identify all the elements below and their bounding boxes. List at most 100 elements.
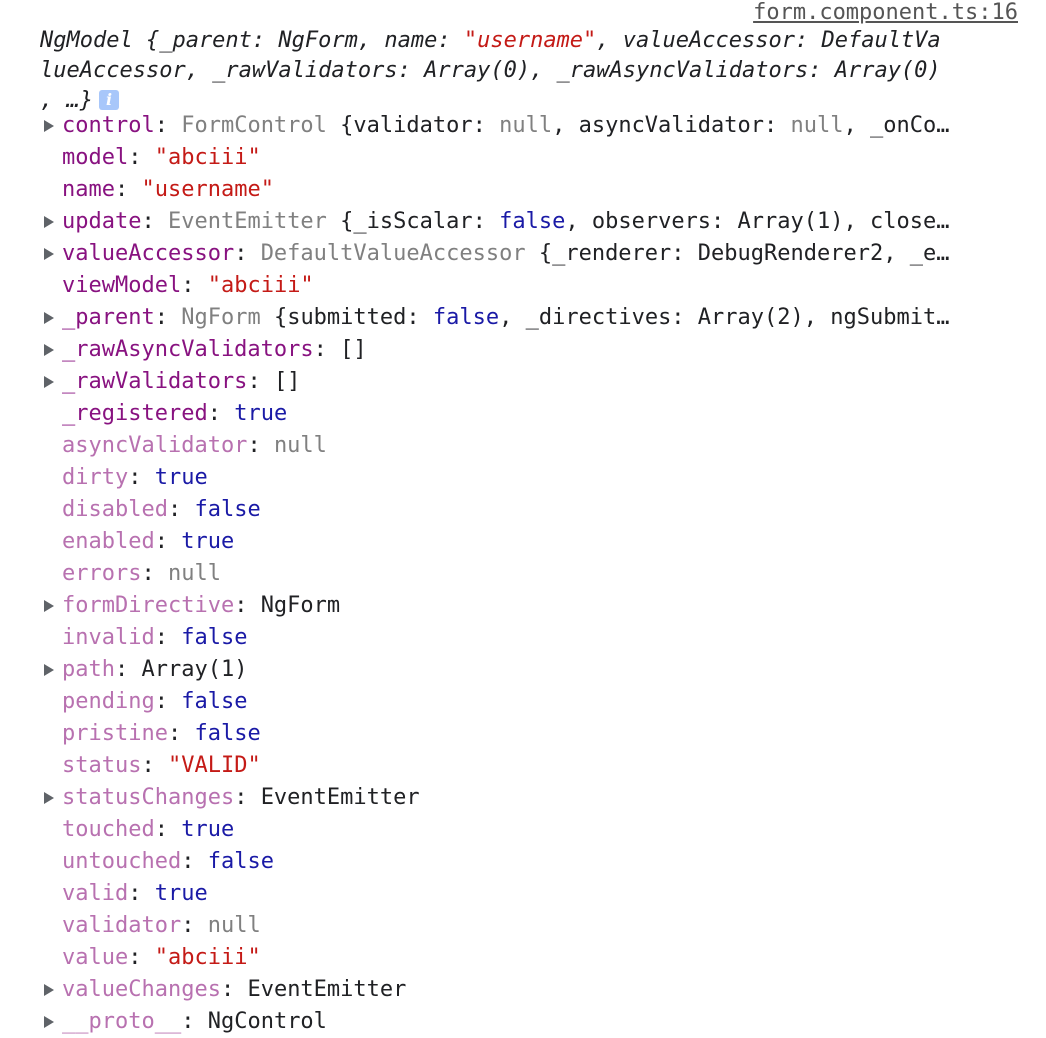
prop-key: invalid	[62, 625, 155, 650]
prop-key: _rawValidators	[62, 369, 248, 394]
prop-value: false	[194, 721, 261, 746]
expand-arrow-icon[interactable]	[44, 344, 54, 356]
prop-enabled: enabled: true	[62, 529, 235, 554]
prop-dirty: dirty: true	[62, 465, 208, 490]
prop-key: update	[62, 209, 142, 234]
prop-value: "username"	[141, 177, 274, 202]
prop-key: enabled	[62, 529, 155, 554]
prop-value: EventEmitter	[260, 785, 420, 810]
prop-value: []	[340, 337, 367, 362]
prop-key: path	[62, 657, 115, 682]
summary-head: NgModel {_parent: NgForm, name:	[40, 28, 464, 53]
prop-value: false	[207, 849, 274, 874]
prop-value: null	[207, 913, 261, 938]
prop-key: errors	[62, 561, 142, 586]
prop-key: formDirective	[62, 593, 235, 618]
prop-invalid: invalid: false	[62, 625, 248, 650]
prop-key: asyncValidator	[62, 433, 248, 458]
prop-model: model: "abciii"	[62, 145, 261, 170]
prop-touched: touched: true	[62, 817, 235, 842]
prop-value: Array(1)	[141, 657, 248, 682]
prop-validator: validator: null	[62, 913, 261, 938]
expand-arrow-icon[interactable]	[44, 984, 54, 996]
prop-key: dirty	[62, 465, 129, 490]
expand-arrow-icon[interactable]	[44, 1016, 54, 1028]
prop-rawAsyncValidators[interactable]: _rawAsyncValidators: []	[0, 334, 1030, 366]
prop-type: DefaultValueAccessor	[260, 241, 526, 266]
prop-value: true	[181, 817, 235, 842]
prop-value: NgForm	[260, 593, 341, 618]
prop-statusChanges[interactable]: statusChanges: EventEmitter	[0, 782, 1030, 814]
summary-name-value: "username"	[463, 28, 597, 53]
prop-value: null	[167, 561, 221, 586]
prop-viewModel: viewModel: "abciii"	[62, 273, 314, 298]
prop-valueChanges[interactable]: valueChanges: EventEmitter	[0, 974, 1030, 1006]
prop-key: _parent	[62, 305, 155, 330]
prop-errors: errors: null	[62, 561, 221, 586]
summary-continuation: lueAccessor, _rawValidators: Array(0), _…	[40, 58, 941, 83]
expand-arrow-icon[interactable]	[44, 600, 54, 612]
summary-tail: , valueAccessor: DefaultVa	[596, 28, 941, 53]
prop-key: untouched	[62, 849, 182, 874]
prop-key: name	[62, 177, 115, 202]
prop-path[interactable]: path: Array(1)	[0, 654, 1030, 686]
object-summary[interactable]: NgModel {_parent: NgForm, name: "usernam…	[0, 26, 1030, 116]
prop-value: true	[181, 529, 235, 554]
prop-control[interactable]: control: FormControl {validator: null, a…	[0, 110, 1030, 142]
prop-rawValidators[interactable]: _rawValidators: []	[0, 366, 1030, 398]
prop-value: "abciii"	[207, 273, 314, 298]
prop-key: disabled	[62, 497, 168, 522]
prop-valueAccessor[interactable]: valueAccessor: DefaultValueAccessor {_re…	[0, 238, 1030, 270]
prop-key: _rawAsyncValidators	[62, 337, 314, 362]
prop-value: EventEmitter	[247, 977, 407, 1002]
prop-type: FormControl	[181, 113, 327, 138]
prop-type: EventEmitter	[167, 209, 327, 234]
prop-key: pending	[62, 689, 155, 714]
prop-key: model	[62, 145, 129, 170]
expand-arrow-icon[interactable]	[44, 312, 54, 324]
expand-arrow-icon[interactable]	[44, 120, 54, 132]
prop-value: true	[154, 881, 208, 906]
prop-status: status: "VALID"	[62, 753, 261, 778]
prop-pending: pending: false	[62, 689, 248, 714]
prop-key: valueChanges	[62, 977, 221, 1002]
prop-key: value	[62, 945, 129, 970]
prop-pristine: pristine: false	[62, 721, 261, 746]
prop-parent[interactable]: _parent: NgForm {submitted: false, _dire…	[0, 302, 1030, 334]
source-file-link[interactable]: form.component.ts:16	[753, 0, 1018, 26]
prop-value: true	[154, 465, 208, 490]
expand-arrow-icon[interactable]	[44, 376, 54, 388]
summary-line-2: lueAccessor, _rawValidators: Array(0), _…	[0, 56, 1030, 86]
prop-value: value: "abciii"	[62, 945, 261, 970]
expand-arrow-icon[interactable]	[44, 792, 54, 804]
prop-key: control	[62, 113, 155, 138]
prop-key: touched	[62, 817, 155, 842]
prop-proto[interactable]: __proto__: NgControl	[0, 1006, 1030, 1038]
expand-arrow-icon[interactable]	[44, 664, 54, 676]
property-list: control: FormControl {validator: null, a…	[0, 110, 1030, 1038]
prop-value: null	[273, 433, 327, 458]
prop-valid: valid: true	[62, 881, 208, 906]
prop-value: "abciii"	[154, 145, 261, 170]
prop-registered: _registered: true	[62, 401, 288, 426]
prop-formDirective[interactable]: formDirective: NgForm	[0, 590, 1030, 622]
prop-name: name: "username"	[62, 177, 274, 202]
prop-key: viewModel	[62, 273, 182, 298]
prop-update[interactable]: update: EventEmitter {_isScalar: false, …	[0, 206, 1030, 238]
prop-value: "abciii"	[154, 945, 261, 970]
summary-line-1: NgModel {_parent: NgForm, name: "usernam…	[0, 26, 1030, 56]
prop-value: false	[181, 689, 248, 714]
prop-key: _registered	[62, 401, 208, 426]
prop-key: valid	[62, 881, 129, 906]
prop-value: false	[194, 497, 261, 522]
expand-arrow-icon[interactable]	[44, 216, 54, 228]
prop-value: false	[181, 625, 248, 650]
prop-key: statusChanges	[62, 785, 235, 810]
prop-asyncValidator: asyncValidator: null	[62, 433, 327, 458]
expand-arrow-icon[interactable]	[44, 248, 54, 260]
prop-key: __proto__	[62, 1009, 182, 1034]
prop-key: status	[62, 753, 142, 778]
prop-type: NgForm	[181, 305, 261, 330]
info-icon[interactable]: i	[98, 90, 119, 110]
prop-key: validator	[62, 913, 182, 938]
